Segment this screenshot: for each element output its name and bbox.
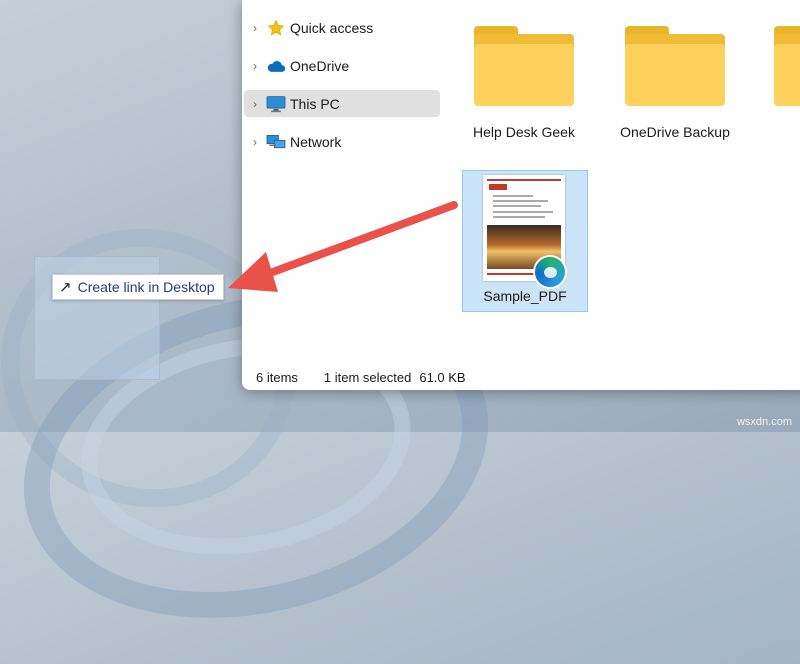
nav-item-this-pc[interactable]: › This PC: [244, 90, 440, 117]
edge-icon: [535, 257, 565, 287]
file-label: Sample_PDF: [483, 288, 567, 304]
folder-item[interactable]: Help Desk Geek: [464, 26, 584, 140]
folder-item[interactable]: OneDrive Backup: [612, 26, 738, 140]
monitor-icon: [266, 94, 286, 114]
nav-item-network[interactable]: › Network: [244, 128, 440, 155]
chevron-right-icon[interactable]: ›: [244, 97, 266, 111]
link-arrow-icon: ↗: [59, 279, 72, 296]
nav-label: This PC: [290, 95, 340, 112]
folder-icon: [625, 26, 725, 108]
network-icon: [266, 132, 286, 152]
nav-item-quick-access[interactable]: › Quick access: [244, 14, 440, 41]
folder-icon: [774, 26, 800, 108]
folder-item-partial[interactable]: [774, 26, 800, 108]
status-bar: 6 items 1 item selected 61.0 KB: [242, 364, 800, 390]
nav-label: Network: [290, 133, 342, 150]
chevron-right-icon[interactable]: ›: [244, 135, 266, 149]
nav-label: Quick access: [290, 19, 374, 36]
status-size: 61.0 KB: [419, 369, 466, 385]
watermark: wsxdn.com: [736, 416, 792, 428]
status-selection: 1 item selected: [323, 369, 412, 385]
navigation-pane: › Quick access › OneDrive › This PC › Ne…: [242, 0, 447, 355]
chevron-right-icon[interactable]: ›: [244, 59, 266, 73]
chevron-right-icon[interactable]: ›: [244, 21, 266, 35]
file-item-selected[interactable]: Sample_PDF: [462, 170, 588, 312]
file-explorer-window: › Quick access › OneDrive › This PC › Ne…: [242, 0, 800, 390]
status-item-count: 6 items: [256, 369, 298, 385]
nav-item-onedrive[interactable]: › OneDrive: [244, 52, 440, 79]
star-icon: [266, 18, 286, 38]
cloud-icon: [266, 56, 286, 76]
tooltip-text: Create link in Desktop: [77, 279, 215, 295]
drag-tooltip: ↗ Create link in Desktop: [52, 274, 224, 300]
folder-label: OneDrive Backup: [620, 124, 730, 140]
folder-icon: [474, 26, 574, 108]
nav-label: OneDrive: [290, 57, 350, 74]
folder-label: Help Desk Geek: [473, 124, 575, 140]
